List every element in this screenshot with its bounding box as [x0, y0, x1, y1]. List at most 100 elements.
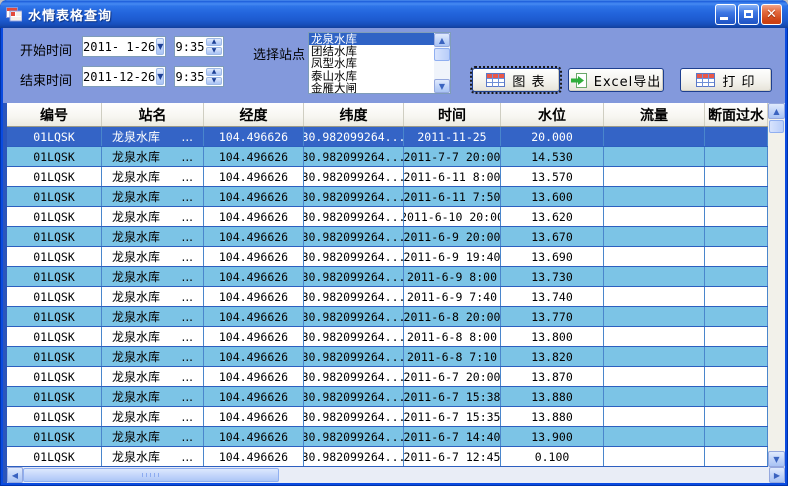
- scroll-left-icon[interactable]: ◀: [7, 467, 23, 483]
- cell: [705, 287, 768, 306]
- cell: 龙泉水库...: [102, 247, 204, 266]
- start-date-picker[interactable]: 2011- 1-26 ▼: [82, 36, 166, 57]
- scrollbar-thumb[interactable]: [23, 468, 279, 482]
- column-header[interactable]: 编号: [7, 103, 102, 126]
- table-row[interactable]: 01LQSK龙泉水库...104.49662630.982099264...20…: [7, 307, 768, 327]
- column-header[interactable]: 站名: [102, 103, 204, 126]
- cell: [604, 167, 705, 186]
- table-row[interactable]: 01LQSK龙泉水库...104.49662630.982099264...20…: [7, 267, 768, 287]
- cell: 01LQSK: [7, 267, 102, 286]
- cell: 龙泉水库...: [102, 267, 204, 286]
- table-row[interactable]: 01LQSK龙泉水库...104.49662630.982099264...20…: [7, 227, 768, 247]
- scroll-down-icon[interactable]: ▼: [768, 451, 785, 467]
- station-option[interactable]: 泰山水库: [309, 70, 434, 82]
- spin-down-icon[interactable]: ▼: [206, 47, 222, 55]
- table-row[interactable]: 01LQSK龙泉水库...104.49662630.982099264...20…: [7, 167, 768, 187]
- scrollbar-track[interactable]: [434, 62, 450, 79]
- start-time-spinner[interactable]: 9:35 ▲ ▼: [174, 36, 224, 57]
- table-row[interactable]: 01LQSK龙泉水库...104.49662630.982099264...20…: [7, 347, 768, 367]
- cell: 2011-6-11 8:00: [404, 167, 501, 186]
- cell: [705, 347, 768, 366]
- column-header[interactable]: 水位: [501, 103, 604, 126]
- cell: 30.982099264...: [304, 387, 404, 406]
- scroll-up-icon[interactable]: ▲: [768, 103, 785, 119]
- column-header[interactable]: 时间: [404, 103, 501, 126]
- vertical-scrollbar[interactable]: ▲ ▼: [768, 103, 785, 467]
- table-row[interactable]: 01LQSK龙泉水库...104.49662630.982099264...20…: [7, 147, 768, 167]
- excel-export-button[interactable]: Excel导出: [568, 68, 664, 92]
- cell: 104.496626: [204, 427, 304, 446]
- close-button[interactable]: ✕: [761, 4, 782, 25]
- scrollbar-track[interactable]: [768, 134, 785, 451]
- cell: 龙泉水库...: [102, 227, 204, 246]
- cell: 2011-6-7 20:00: [404, 367, 501, 386]
- column-header[interactable]: 经度: [204, 103, 304, 126]
- table-row[interactable]: 01LQSK龙泉水库...104.49662630.982099264...20…: [7, 247, 768, 267]
- spin-down-icon[interactable]: ▼: [206, 77, 222, 85]
- chart-button[interactable]: 图 表: [472, 68, 560, 92]
- table-row[interactable]: 01LQSK龙泉水库...104.49662630.982099264...20…: [7, 287, 768, 307]
- scroll-right-icon[interactable]: ▶: [769, 467, 785, 483]
- scroll-down-icon[interactable]: ▼: [434, 79, 450, 93]
- column-header[interactable]: 流量: [604, 103, 705, 126]
- spin-up-icon[interactable]: ▲: [206, 68, 222, 76]
- table-row[interactable]: 01LQSK龙泉水库...104.49662630.982099264...20…: [7, 387, 768, 407]
- scroll-up-icon[interactable]: ▲: [434, 33, 450, 47]
- cell: 30.982099264...: [304, 287, 404, 306]
- cell: [705, 247, 768, 266]
- cell: [604, 367, 705, 386]
- cell: 龙泉水库...: [102, 187, 204, 206]
- table-row[interactable]: 01LQSK龙泉水库...104.49662630.982099264...20…: [7, 427, 768, 447]
- cell: [705, 127, 768, 146]
- cell: [705, 447, 768, 466]
- station-listbox[interactable]: 龙泉水库团结水库凤型水库泰山水库金雁大闸 ▲ ▼: [308, 32, 451, 94]
- cell: 01LQSK: [7, 427, 102, 446]
- cell: [705, 407, 768, 426]
- end-time-spinner[interactable]: 9:35 ▲ ▼: [174, 66, 224, 87]
- cell: [705, 367, 768, 386]
- cell: 01LQSK: [7, 187, 102, 206]
- cell: 01LQSK: [7, 287, 102, 306]
- scrollbar-thumb[interactable]: [769, 120, 784, 133]
- maximize-button[interactable]: [738, 4, 759, 25]
- cell: 20.000: [501, 127, 604, 146]
- horizontal-scrollbar[interactable]: ◀ ▶: [7, 467, 785, 483]
- scrollbar-thumb[interactable]: [434, 48, 450, 61]
- table-row[interactable]: 01LQSK龙泉水库...104.49662630.982099264...20…: [7, 187, 768, 207]
- cell: 01LQSK: [7, 207, 102, 226]
- spin-up-icon[interactable]: ▲: [206, 38, 222, 46]
- station-option[interactable]: 凤型水库: [309, 57, 434, 69]
- end-time-label: 结束时间: [20, 70, 72, 89]
- titlebar[interactable]: 水情表格查询 ✕: [0, 0, 788, 28]
- table-row[interactable]: 01LQSK龙泉水库...104.49662630.982099264...20…: [7, 327, 768, 347]
- cell: 2011-6-7 15:38: [404, 387, 501, 406]
- cell: 104.496626: [204, 307, 304, 326]
- minimize-icon: [720, 17, 728, 20]
- table-row[interactable]: 01LQSK龙泉水库...104.49662630.982099264...20…: [7, 407, 768, 427]
- table-row[interactable]: 01LQSK龙泉水库...104.49662630.982099264...20…: [7, 367, 768, 387]
- cell: [604, 227, 705, 246]
- table-row[interactable]: 01LQSK龙泉水库...104.49662630.982099264...20…: [7, 447, 768, 467]
- cell: 2011-6-10 20:00: [404, 207, 501, 226]
- minimize-button[interactable]: [715, 4, 736, 25]
- cell: 龙泉水库...: [102, 307, 204, 326]
- column-header[interactable]: 断面过水: [705, 103, 768, 126]
- station-option[interactable]: 金雁大闸: [309, 82, 434, 93]
- cell: 30.982099264...: [304, 167, 404, 186]
- cell: 01LQSK: [7, 447, 102, 466]
- listbox-scrollbar[interactable]: ▲ ▼: [434, 33, 450, 93]
- print-button[interactable]: 打 印: [680, 68, 772, 92]
- chevron-down-icon[interactable]: ▼: [156, 38, 164, 55]
- table-row[interactable]: 01LQSK龙泉水库...104.49662630.982099264...20…: [7, 127, 768, 147]
- cell: 13.670: [501, 227, 604, 246]
- end-date-picker[interactable]: 2011-12-26 ▼: [82, 66, 166, 87]
- cell: 104.496626: [204, 147, 304, 166]
- table-row[interactable]: 01LQSK龙泉水库...104.49662630.982099264...20…: [7, 207, 768, 227]
- cell: 13.570: [501, 167, 604, 186]
- scrollbar-track[interactable]: [279, 467, 769, 483]
- column-header[interactable]: 纬度: [304, 103, 404, 126]
- cell: 30.982099264...: [304, 147, 404, 166]
- chevron-down-icon[interactable]: ▼: [156, 68, 164, 85]
- cell: 13.870: [501, 367, 604, 386]
- cell: 104.496626: [204, 407, 304, 426]
